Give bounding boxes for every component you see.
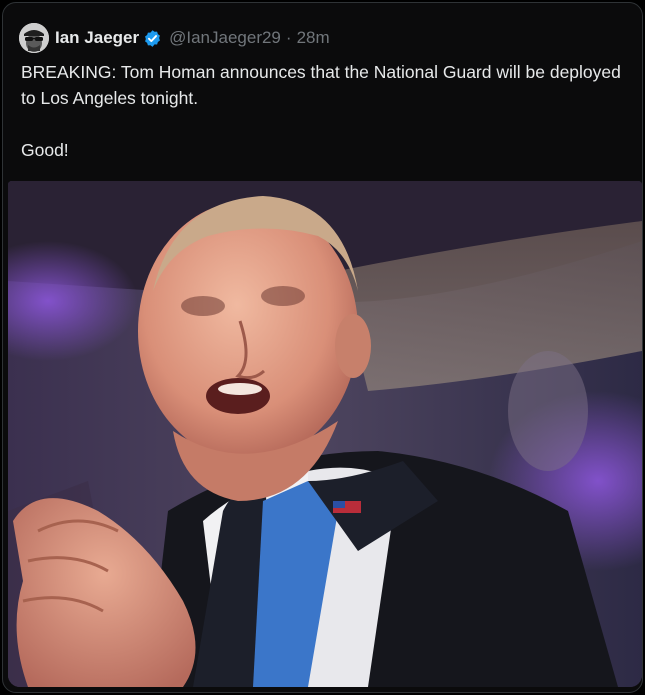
avatar[interactable] <box>19 23 49 53</box>
tweet-text: BREAKING: Tom Homan announces that the N… <box>21 59 626 163</box>
meta-separator: · <box>285 28 292 47</box>
speaker-photo-icon <box>8 181 642 687</box>
tweet-text-line: BREAKING: Tom Homan announces that the N… <box>21 62 621 108</box>
verified-badge-icon <box>145 29 161 47</box>
tweet-media-photo[interactable] <box>8 181 642 687</box>
tweet-card[interactable]: Ian Jaeger @IanJaeger29 · 28m BREAKING: … <box>2 2 643 693</box>
tweet-timestamp[interactable]: 28m <box>297 28 330 48</box>
author-handle[interactable]: @IanJaeger29 <box>169 28 281 48</box>
tweet-text-line: Good! <box>21 140 69 160</box>
author-name[interactable]: Ian Jaeger <box>55 28 139 48</box>
tweet-header: Ian Jaeger @IanJaeger29 · 28m <box>19 21 330 55</box>
